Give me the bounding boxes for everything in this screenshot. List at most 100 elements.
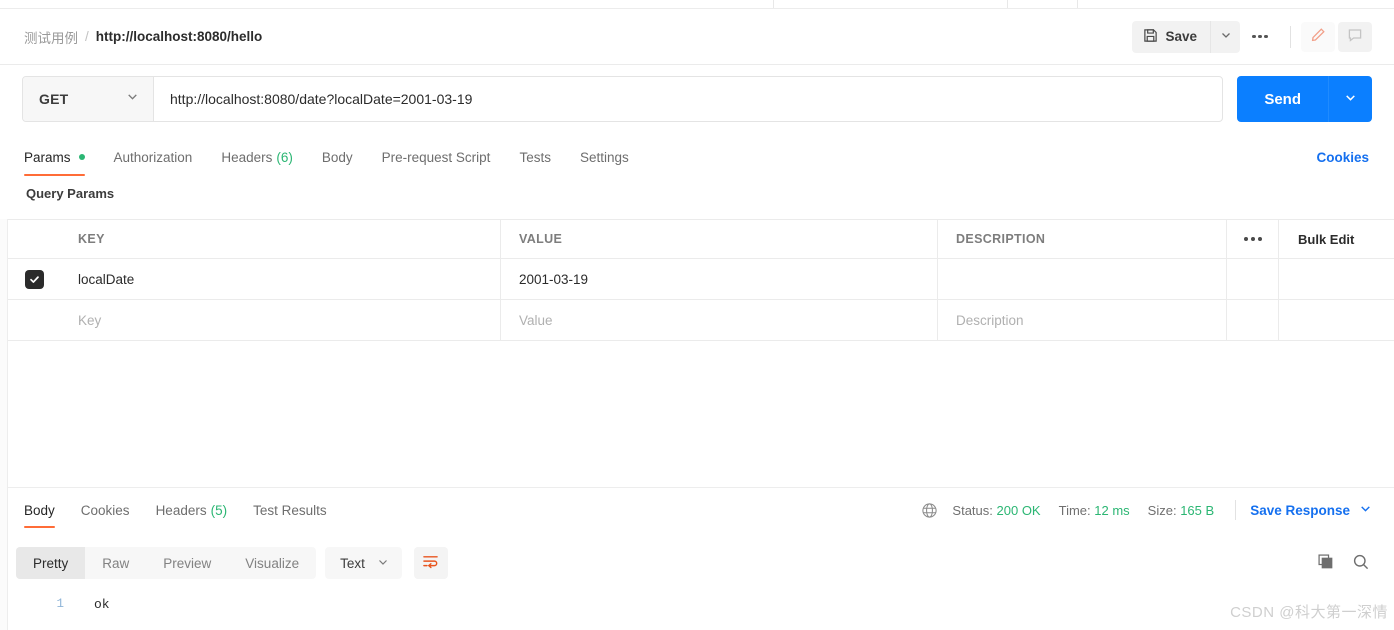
- body-toolbar-actions: [1317, 553, 1394, 574]
- placeholder-value[interactable]: Value: [519, 313, 553, 328]
- table-header-row: KEY VALUE DESCRIPTION Bulk Edit: [8, 220, 1394, 259]
- column-header-description: DESCRIPTION: [956, 232, 1046, 246]
- watermark: CSDN @科大第一深情: [1230, 604, 1388, 621]
- tab-pre-request-script[interactable]: Pre-request Script: [382, 135, 491, 179]
- globe-icon: [921, 502, 938, 519]
- column-header-value: VALUE: [519, 232, 563, 246]
- tab-headers-label: Headers: [221, 149, 273, 165]
- table-row: localDate 2001-03-19: [8, 259, 1394, 300]
- tab-params[interactable]: Params: [24, 135, 85, 179]
- send-button[interactable]: Send: [1237, 76, 1328, 122]
- tab-tests-label: Tests: [519, 149, 551, 165]
- more-horizontal-icon: [1243, 237, 1262, 241]
- edit-request-button[interactable]: [1301, 21, 1335, 52]
- search-icon: [1352, 553, 1370, 574]
- line-text: ok: [94, 597, 110, 612]
- column-header-key: KEY: [78, 232, 105, 246]
- response-tab-headers[interactable]: Headers (5): [156, 488, 228, 532]
- query-params-table: KEY VALUE DESCRIPTION Bulk Edit localDat…: [8, 219, 1394, 341]
- tab-params-label: Params: [24, 149, 71, 165]
- tab-headers-count: (6): [276, 149, 293, 165]
- size-badge: Size: 165 B: [1148, 503, 1215, 518]
- time-badge: Time: 12 ms: [1059, 503, 1130, 518]
- placeholder-description[interactable]: Description: [956, 313, 1024, 328]
- chevron-down-icon: [377, 556, 389, 571]
- placeholder-checkbox-cell: [8, 300, 60, 340]
- copy-icon: [1317, 553, 1334, 573]
- table-menu-button[interactable]: [1227, 220, 1279, 258]
- status-divider: [1235, 500, 1237, 520]
- time-value: 12 ms: [1094, 502, 1130, 518]
- chevron-down-icon: [1220, 29, 1232, 44]
- tab-tests[interactable]: Tests: [519, 135, 551, 179]
- params-modified-dot: [78, 154, 85, 160]
- breadcrumb-separator: /: [85, 29, 89, 44]
- request-more-button[interactable]: [1240, 21, 1280, 53]
- format-select[interactable]: Text: [325, 547, 402, 579]
- more-horizontal-icon: [1252, 34, 1268, 39]
- placeholder-menu-cell: [1227, 300, 1279, 340]
- response-view-switcher: Pretty Raw Preview Visualize: [16, 547, 317, 579]
- method-select[interactable]: GET: [23, 77, 154, 121]
- tab-body-label: Body: [321, 149, 353, 165]
- response-tabs: Body Cookies Headers (5) Test Results St…: [0, 488, 1394, 532]
- url-bar: GET: [22, 76, 1224, 122]
- tab-settings[interactable]: Settings: [580, 135, 629, 179]
- chevron-down-icon: [1359, 502, 1372, 518]
- word-wrap-icon: [422, 554, 439, 572]
- view-visualize-button[interactable]: Visualize: [228, 547, 316, 579]
- line-number: 1: [56, 597, 64, 611]
- bulk-edit-button[interactable]: Bulk Edit: [1298, 232, 1354, 247]
- comment-button[interactable]: [1338, 21, 1372, 52]
- save-button[interactable]: Save: [1132, 20, 1210, 53]
- row-end-cell: [1279, 259, 1394, 299]
- url-input[interactable]: [154, 77, 1223, 121]
- status-label: Status:: [952, 502, 993, 518]
- comment-icon: [1347, 27, 1363, 46]
- floppy-disk-icon: [1143, 28, 1158, 46]
- tab-authorization-label: Authorization: [113, 149, 193, 165]
- format-select-label: Text: [340, 555, 365, 571]
- send-button-group: Send: [1237, 76, 1372, 122]
- chevron-down-icon: [126, 90, 139, 108]
- response-tab-headers-count: (5): [210, 502, 228, 518]
- request-header-bar: 测试用例 / http://localhost:8080/hello Save: [0, 9, 1394, 65]
- size-value: 165 B: [1180, 502, 1215, 518]
- placeholder-key[interactable]: Key: [78, 313, 101, 328]
- view-pretty-button[interactable]: Pretty: [16, 547, 86, 579]
- save-options-button[interactable]: [1210, 20, 1240, 53]
- response-body-content[interactable]: 1 ok: [8, 588, 1394, 630]
- breadcrumb[interactable]: 测试用例 / http://localhost:8080/hello: [0, 27, 262, 47]
- cookies-link[interactable]: Cookies: [1316, 150, 1369, 165]
- url-bar-row: GET Send: [0, 66, 1394, 132]
- query-params-title: Query Params: [26, 186, 115, 201]
- row-value[interactable]: 2001-03-19: [519, 272, 588, 287]
- header-divider: [1290, 25, 1291, 48]
- save-response-label: Save Response: [1250, 502, 1350, 518]
- chevron-down-icon: [1344, 91, 1357, 107]
- response-tab-body-label: Body: [24, 502, 55, 518]
- copy-button[interactable]: [1317, 553, 1334, 573]
- request-tabs: Params Authorization Headers (6) Body Pr…: [0, 135, 1394, 179]
- size-label: Size:: [1147, 502, 1177, 518]
- response-tab-test-results[interactable]: Test Results: [253, 488, 327, 532]
- status-value: 200 OK: [996, 502, 1041, 518]
- view-raw-button[interactable]: Raw: [85, 547, 146, 579]
- word-wrap-button[interactable]: [413, 547, 448, 579]
- save-response-button[interactable]: Save Response: [1250, 502, 1372, 518]
- tab-authorization[interactable]: Authorization: [114, 135, 193, 179]
- row-key[interactable]: localDate: [78, 272, 134, 287]
- row-checkbox[interactable]: [24, 269, 44, 289]
- view-preview-button[interactable]: Preview: [146, 547, 228, 579]
- tab-body[interactable]: Body: [322, 135, 353, 179]
- tab-headers[interactable]: Headers (6): [221, 135, 293, 179]
- search-button[interactable]: [1352, 553, 1370, 574]
- method-label: GET: [39, 91, 69, 107]
- save-button-label: Save: [1165, 29, 1197, 44]
- response-tab-body[interactable]: Body: [24, 488, 55, 532]
- save-button-group: Save: [1132, 20, 1240, 53]
- response-tab-cookies[interactable]: Cookies: [81, 488, 130, 532]
- breadcrumb-folder[interactable]: 测试用例: [24, 27, 78, 47]
- status-badge: Status: 200 OK: [952, 503, 1040, 518]
- send-options-button[interactable]: [1328, 76, 1372, 122]
